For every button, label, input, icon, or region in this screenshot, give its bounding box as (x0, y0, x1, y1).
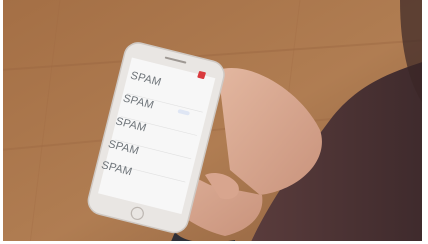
compose-button[interactable] (197, 70, 207, 80)
spam-label: SPAM (121, 92, 156, 112)
list-item: SPAM (121, 93, 192, 120)
list-item: SPAM (113, 115, 185, 143)
white-border-right (422, 0, 428, 244)
photo-scene (0, 0, 428, 244)
white-border-left (0, 0, 3, 244)
list-item: SPAM (128, 69, 200, 98)
photo-frame: SPAM SPAM SPAM SPAM SPAM (0, 0, 428, 244)
spam-label: SPAM (113, 115, 148, 135)
spam-label: SPAM (128, 69, 163, 89)
